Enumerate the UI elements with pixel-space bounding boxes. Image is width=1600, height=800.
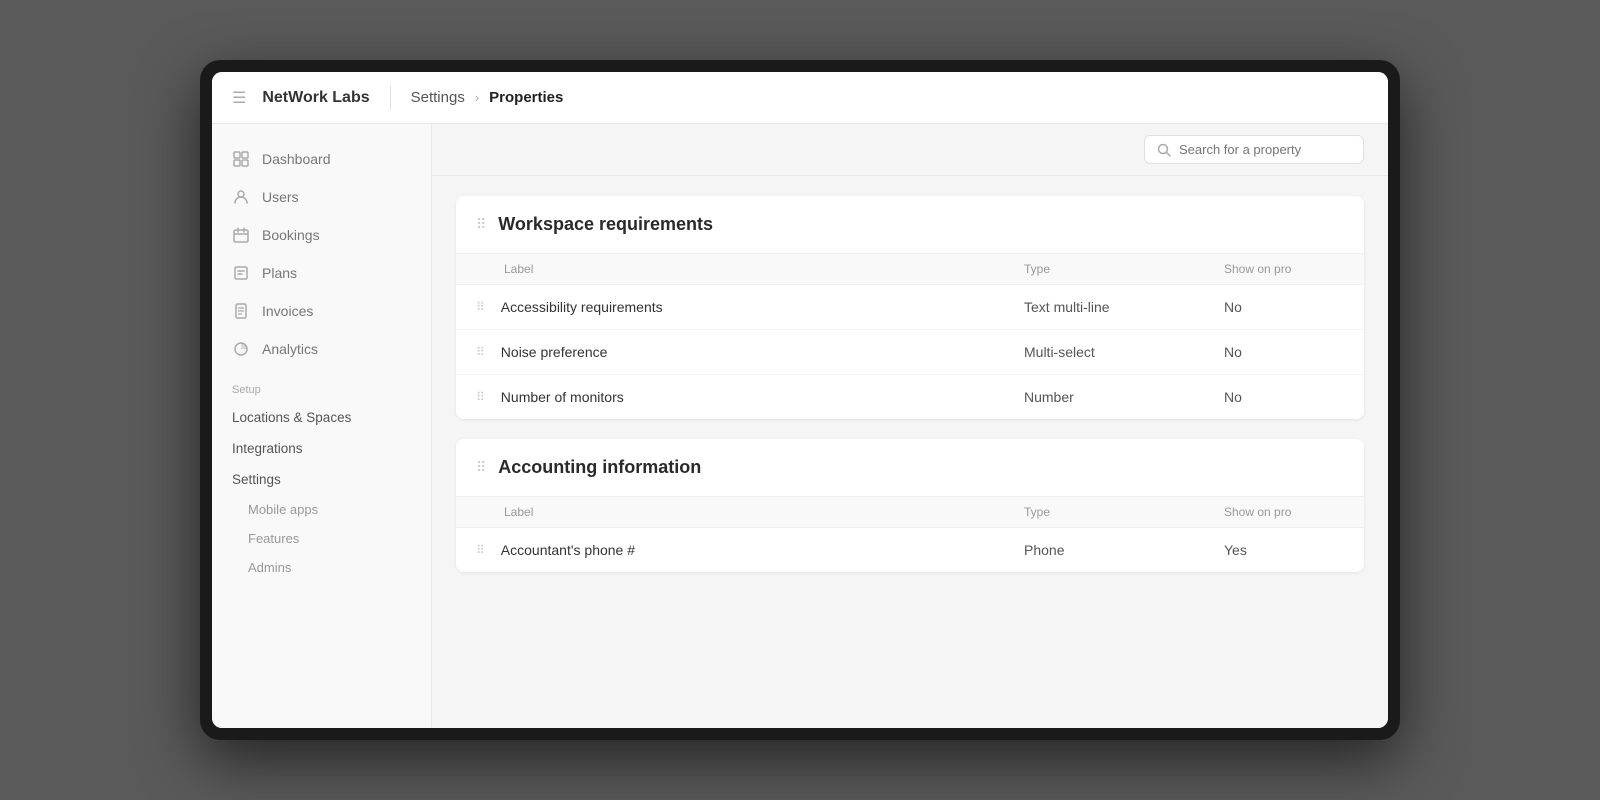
row-show: No xyxy=(1224,344,1344,360)
search-icon xyxy=(1157,143,1171,157)
device-screen: ☰ NetWork Labs Settings › Properties xyxy=(212,72,1388,728)
breadcrumb-properties[interactable]: Properties xyxy=(489,89,563,106)
row-type: Number xyxy=(1024,389,1224,405)
sidebar-item-analytics[interactable]: Analytics xyxy=(212,330,431,368)
sidebar-admins[interactable]: Admins xyxy=(212,553,431,582)
content-area: ⠿ Workspace requirements Label Type Show… xyxy=(432,124,1388,728)
col-header-type-1: Type xyxy=(1024,262,1224,276)
menu-icon[interactable]: ☰ xyxy=(232,88,246,108)
analytics-label: Analytics xyxy=(262,341,318,357)
sidebar-item-invoices[interactable]: Invoices xyxy=(212,292,431,330)
breadcrumb-arrow: › xyxy=(475,90,479,105)
breadcrumb: Settings › Properties xyxy=(411,89,564,106)
row-label: Number of monitors xyxy=(501,389,1024,405)
row-drag-handle[interactable]: ⠿ xyxy=(476,345,485,359)
table-row: ⠿ Accessibility requirements Text multi-… xyxy=(456,285,1364,330)
sidebar-locations[interactable]: Locations & Spaces xyxy=(212,402,431,433)
property-group-workspace: ⠿ Workspace requirements Label Type Show… xyxy=(456,196,1364,419)
dashboard-icon xyxy=(232,150,250,168)
app-name: NetWork Labs xyxy=(262,89,369,107)
plans-icon xyxy=(232,264,250,282)
setup-section-label: Setup xyxy=(212,368,431,402)
plans-label: Plans xyxy=(262,265,297,281)
col-header-type-2: Type xyxy=(1024,505,1224,519)
sidebar-integrations[interactable]: Integrations xyxy=(212,433,431,464)
col-header-show-2: Show on pro xyxy=(1224,505,1344,519)
property-group-accounting: ⠿ Accounting information Label Type Show… xyxy=(456,439,1364,572)
invoices-label: Invoices xyxy=(262,303,313,319)
row-show: No xyxy=(1224,389,1344,405)
top-bar: ☰ NetWork Labs Settings › Properties xyxy=(212,72,1388,124)
top-bar-divider xyxy=(390,86,391,110)
analytics-icon xyxy=(232,340,250,358)
col-header-label-2: Label xyxy=(476,505,1024,519)
row-label: Accessibility requirements xyxy=(501,299,1024,315)
main-layout: Dashboard Users xyxy=(212,124,1388,728)
row-type: Multi-select xyxy=(1024,344,1224,360)
device-frame: ☰ NetWork Labs Settings › Properties xyxy=(200,60,1400,740)
group-header-workspace: ⠿ Workspace requirements xyxy=(456,196,1364,254)
invoices-icon xyxy=(232,302,250,320)
row-drag-handle[interactable]: ⠿ xyxy=(476,300,485,314)
bookings-icon xyxy=(232,226,250,244)
sidebar-features[interactable]: Features xyxy=(212,524,431,553)
table-row: ⠿ Accountant's phone # Phone Yes xyxy=(456,528,1364,572)
users-label: Users xyxy=(262,189,299,205)
breadcrumb-settings[interactable]: Settings xyxy=(411,89,465,106)
sidebar-item-users[interactable]: Users xyxy=(212,178,431,216)
users-icon xyxy=(232,188,250,206)
group-title-workspace: Workspace requirements xyxy=(498,214,713,235)
table-row: ⠿ Number of monitors Number No xyxy=(456,375,1364,419)
table-header-accounting: Label Type Show on pro xyxy=(456,497,1364,528)
sidebar-settings[interactable]: Settings xyxy=(212,464,431,495)
group-title-accounting: Accounting information xyxy=(498,457,701,478)
row-show: No xyxy=(1224,299,1344,315)
col-header-label-1: Label xyxy=(476,262,1024,276)
drag-handle-accounting[interactable]: ⠿ xyxy=(476,459,486,476)
sidebar-item-bookings[interactable]: Bookings xyxy=(212,216,431,254)
row-label: Noise preference xyxy=(501,344,1024,360)
col-header-show-1: Show on pro xyxy=(1224,262,1344,276)
dashboard-label: Dashboard xyxy=(262,151,331,167)
search-input[interactable] xyxy=(1179,142,1351,157)
content-header xyxy=(432,124,1388,176)
sidebar-item-plans[interactable]: Plans xyxy=(212,254,431,292)
row-type: Text multi-line xyxy=(1024,299,1224,315)
row-drag-handle[interactable]: ⠿ xyxy=(476,543,485,557)
drag-handle-workspace[interactable]: ⠿ xyxy=(476,216,486,233)
row-type: Phone xyxy=(1024,542,1224,558)
row-show: Yes xyxy=(1224,542,1344,558)
content-scroll: ⠿ Workspace requirements Label Type Show… xyxy=(432,176,1388,728)
sidebar: Dashboard Users xyxy=(212,124,432,728)
sidebar-item-dashboard[interactable]: Dashboard xyxy=(212,140,431,178)
table-row: ⠿ Noise preference Multi-select No xyxy=(456,330,1364,375)
bookings-label: Bookings xyxy=(262,227,320,243)
table-header-workspace: Label Type Show on pro xyxy=(456,254,1364,285)
sidebar-mobile-apps[interactable]: Mobile apps xyxy=(212,495,431,524)
group-header-accounting: ⠿ Accounting information xyxy=(456,439,1364,497)
row-label: Accountant's phone # xyxy=(501,542,1024,558)
row-drag-handle[interactable]: ⠿ xyxy=(476,390,485,404)
search-box[interactable] xyxy=(1144,135,1364,164)
